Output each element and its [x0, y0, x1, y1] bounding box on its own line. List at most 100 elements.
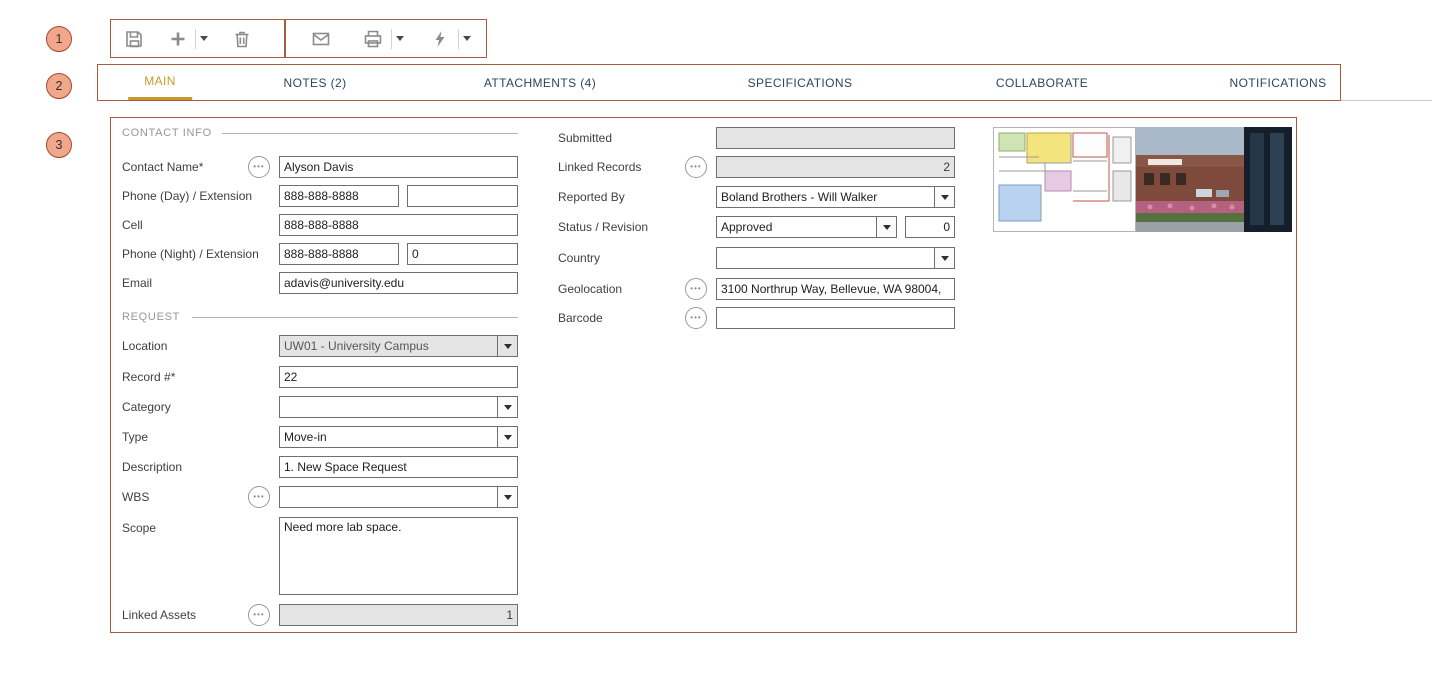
tab-attachments[interactable]: ATTACHMENTS (4): [468, 65, 612, 100]
contact-name-label: Contact Name*: [122, 160, 204, 174]
tab-collaborate[interactable]: COLLABORATE: [980, 65, 1104, 100]
phone-night-input[interactable]: [279, 243, 399, 265]
tab-notes[interactable]: NOTES (2): [268, 65, 363, 100]
section-divider: [222, 133, 518, 134]
country-value: [717, 248, 934, 268]
geolocation-lookup-button[interactable]: [685, 278, 707, 300]
category-select[interactable]: [279, 396, 518, 418]
category-value: [280, 397, 497, 417]
country-label: Country: [558, 251, 601, 265]
status-dropdown-button[interactable]: [876, 217, 896, 237]
category-label: Category: [122, 400, 171, 414]
linked-assets-input: [279, 604, 518, 626]
barcode-input[interactable]: [716, 307, 955, 329]
callout-number: 3: [55, 138, 63, 152]
description-label: Description: [122, 460, 183, 474]
record-number-label: Record #*: [122, 370, 176, 384]
toolbar-separator: [391, 28, 392, 49]
phone-night-extension-input[interactable]: [407, 243, 518, 265]
linked-records-label: Linked Records: [558, 160, 642, 174]
phone-day-input[interactable]: [279, 185, 399, 207]
location-select[interactable]: UW01 - University Campus: [279, 335, 518, 357]
reported-by-label: Reported By: [558, 190, 625, 204]
toolbar-group-record: [110, 19, 285, 58]
floor-plan-thumbnail[interactable]: [993, 127, 1136, 232]
print-icon: [364, 30, 382, 47]
cell-input[interactable]: [279, 214, 518, 236]
email-button[interactable]: [308, 26, 334, 52]
revision-input[interactable]: [905, 216, 955, 238]
print-button[interactable]: [360, 26, 386, 52]
type-dropdown-button[interactable]: [497, 427, 517, 447]
app-window: 1 2 3 MAIN NOTES (2) ATTACHMENTS (4) SPE…: [0, 0, 1432, 673]
submitted-input: [716, 127, 955, 149]
location-label: Location: [122, 339, 168, 353]
annotation-callout-2: 2: [46, 73, 72, 99]
reported-by-value: Boland Brothers - Will Walker: [721, 190, 878, 204]
type-select[interactable]: Move-in: [279, 426, 518, 448]
actions-dropdown-button[interactable]: [460, 33, 474, 44]
actions-icon: [435, 30, 445, 47]
toolbar-separator: [195, 28, 196, 49]
delete-button[interactable]: [229, 26, 255, 52]
type-value: Move-in: [284, 430, 327, 444]
wbs-value: [280, 487, 497, 507]
callout-number: 1: [55, 32, 63, 46]
email-label: Email: [122, 276, 153, 290]
tab-main[interactable]: MAIN: [128, 65, 192, 100]
save-icon: [126, 30, 142, 47]
section-divider: [192, 317, 518, 318]
annotation-callout-3: 3: [46, 132, 72, 158]
phone-day-label: Phone (Day) / Extension: [122, 189, 253, 203]
location-dropdown-button[interactable]: [497, 336, 517, 356]
toolbar-separator: [458, 28, 459, 49]
geolocation-input[interactable]: [716, 278, 955, 300]
building-photo-thumbnail[interactable]: [1136, 127, 1292, 232]
contact-name-lookup-button[interactable]: [248, 156, 270, 178]
linked-records-lookup-button[interactable]: [685, 156, 707, 178]
cell-label: Cell: [122, 218, 143, 232]
annotation-callout-1: 1: [46, 26, 72, 52]
record-number-input[interactable]: [279, 366, 518, 388]
wbs-dropdown-button[interactable]: [497, 487, 517, 507]
location-value: UW01 - University Campus: [284, 339, 429, 353]
section-request: REQUEST: [122, 311, 181, 323]
status-revision-label: Status / Revision: [558, 220, 649, 234]
scope-textarea[interactable]: [279, 517, 518, 595]
description-input[interactable]: [279, 456, 518, 478]
barcode-label: Barcode: [558, 311, 603, 325]
country-dropdown-button[interactable]: [934, 248, 954, 268]
add-icon: [171, 32, 185, 45]
barcode-lookup-button[interactable]: [685, 307, 707, 329]
add-dropdown-button[interactable]: [197, 33, 211, 44]
email-input[interactable]: [279, 272, 518, 294]
submitted-label: Submitted: [558, 131, 613, 145]
geolocation-label: Geolocation: [558, 282, 623, 296]
wbs-select[interactable]: [279, 486, 518, 508]
type-label: Type: [122, 430, 149, 444]
linked-assets-lookup-button[interactable]: [248, 604, 270, 626]
delete-icon: [235, 31, 249, 47]
linked-records-input: [716, 156, 955, 178]
tab-specifications[interactable]: SPECIFICATIONS: [732, 65, 869, 100]
callout-number: 2: [55, 79, 63, 93]
wbs-label: WBS: [122, 490, 150, 504]
actions-button[interactable]: [427, 26, 453, 52]
section-contact-info: CONTACT INFO: [122, 127, 212, 139]
status-select[interactable]: Approved: [716, 216, 897, 238]
reported-by-dropdown-button[interactable]: [934, 187, 954, 207]
email-icon: [312, 32, 330, 45]
print-dropdown-button[interactable]: [393, 33, 407, 44]
linked-assets-label: Linked Assets: [122, 608, 197, 622]
wbs-lookup-button[interactable]: [248, 486, 270, 508]
status-value: Approved: [721, 220, 773, 234]
contact-name-input[interactable]: [279, 156, 518, 178]
reported-by-select[interactable]: Boland Brothers - Will Walker: [716, 186, 955, 208]
toolbar-group-actions: [285, 19, 487, 58]
tab-notifications[interactable]: NOTIFICATIONS: [1214, 65, 1343, 100]
category-dropdown-button[interactable]: [497, 397, 517, 417]
save-button[interactable]: [121, 26, 147, 52]
country-select[interactable]: [716, 247, 955, 269]
add-button[interactable]: [165, 26, 191, 52]
phone-day-extension-input[interactable]: [407, 185, 518, 207]
